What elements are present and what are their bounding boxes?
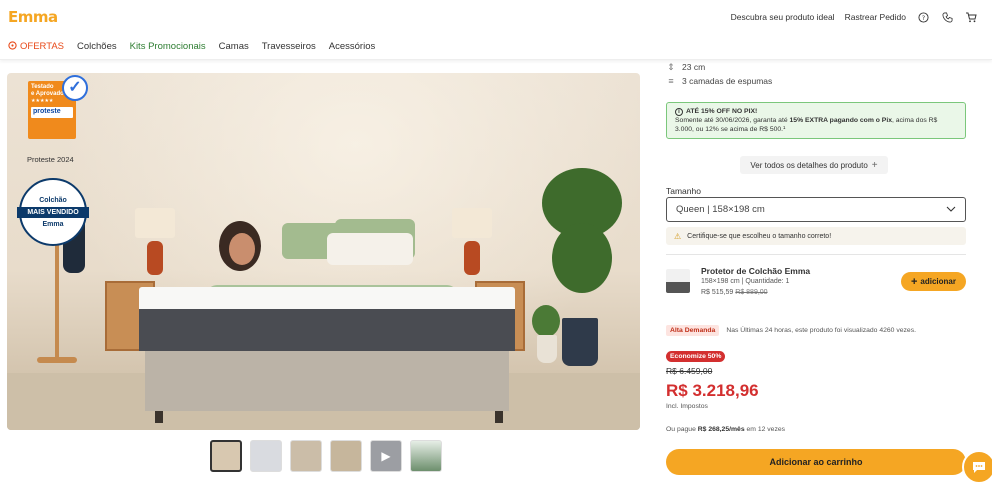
plant-small xyxy=(532,305,560,337)
protector-name: Protetor de Colchão Emma xyxy=(701,266,811,276)
brand-logo[interactable]: Emma xyxy=(8,8,58,26)
size-label: Tamanho xyxy=(666,186,701,196)
rating-stars: ★★★★★ xyxy=(31,98,54,105)
help-icon[interactable]: ? xyxy=(916,10,930,24)
warning-icon: ⚠ xyxy=(674,231,682,241)
image-thumbnails: ▶ xyxy=(210,440,442,472)
nav-item-colchoes[interactable]: Colchões xyxy=(77,41,117,52)
discount-badge: Economize 50% xyxy=(666,351,726,362)
original-price: R$ 6.459,00 xyxy=(666,366,713,376)
test-caption: Proteste 2024 xyxy=(27,155,74,164)
top-bar: Emma Descubra seu produto ideal Rastrear… xyxy=(0,0,992,34)
track-order-link[interactable]: Rastrear Pedido xyxy=(845,12,906,22)
add-to-cart-button[interactable]: Adicionar ao carrinho xyxy=(666,449,966,475)
nav-item-travesseiros[interactable]: Travesseiros xyxy=(262,41,316,52)
tested-approved-badge: ✓ Testado e Aprovado ★★★★★ proteste xyxy=(28,75,88,139)
installment-info: Ou pague R$ 268,25/mês em 12 vezes xyxy=(666,426,786,433)
thumbnail-6[interactable] xyxy=(410,440,442,472)
size-warning: ⚠ Certifique-se que escolheu o tamanho c… xyxy=(666,227,966,245)
demand-text: Nas Últimas 24 horas, este produto foi v… xyxy=(726,327,916,334)
nav-item-camas[interactable]: Camas xyxy=(219,41,249,52)
size-select-value: Queen | 158×198 cm xyxy=(676,204,765,215)
divider xyxy=(666,254,966,255)
plus-icon: + xyxy=(871,159,878,171)
thumbnail-1[interactable] xyxy=(210,440,242,472)
protector-detail: 158×198 cm | Quantidade: 1 xyxy=(701,278,790,285)
thumbnail-3[interactable] xyxy=(290,440,322,472)
current-price: R$ 3.218,96 xyxy=(666,381,759,400)
layers-icon: ≡ xyxy=(668,76,674,86)
lamp-right-shade xyxy=(452,208,492,238)
spec-height: ⇕ 23 cm xyxy=(667,61,706,73)
bed-base xyxy=(145,351,509,411)
main-nav: OFERTAS Colchões Kits Promocionais Camas… xyxy=(0,34,992,60)
lamp-right-base xyxy=(464,241,480,275)
mattress-top xyxy=(139,287,515,309)
view-details-button[interactable]: Ver todos os detalhes do produto + xyxy=(740,156,888,174)
chat-icon[interactable] xyxy=(962,450,992,484)
best-seller-seal: Colchão MAIS VENDIDO Emma xyxy=(17,178,89,246)
protector-image xyxy=(666,269,690,293)
info-icon: i xyxy=(675,107,683,116)
cart-icon[interactable] xyxy=(964,10,978,24)
protector-price: R$ 515,59 R$ 889,00 xyxy=(701,289,768,296)
add-protector-button[interactable]: + adicionar xyxy=(901,272,966,291)
size-select[interactable]: Queen | 158×198 cm xyxy=(666,197,966,222)
protector-upsell: Protetor de Colchão Emma 158×198 cm | Qu… xyxy=(666,264,966,300)
lamp-left-base xyxy=(147,241,163,275)
top-links: Descubra seu produto ideal Rastrear Pedi… xyxy=(731,10,978,24)
high-demand-notice: Alta Demanda Nas Últimas 24 horas, este … xyxy=(666,325,916,336)
phone-icon[interactable] xyxy=(940,10,954,24)
nav-item-kits[interactable]: Kits Promocionais xyxy=(130,41,206,52)
check-icon: ✓ xyxy=(62,75,88,101)
plant-pot xyxy=(562,318,598,366)
promo-body: Somente até 30/06/2026, garanta até 15% … xyxy=(675,117,938,134)
nav-item-label: OFERTAS xyxy=(20,41,64,52)
tax-note: Incl. Impostos xyxy=(666,403,708,410)
mattress-side xyxy=(139,309,515,351)
pillow-white xyxy=(327,233,413,265)
product-specs: ⇕ 23 cm ≡ 3 camadas de espumas xyxy=(666,60,966,88)
chevron-down-icon xyxy=(946,204,956,215)
person-face xyxy=(229,233,255,265)
svg-text:?: ? xyxy=(921,13,924,21)
high-demand-badge: Alta Demanda xyxy=(666,325,720,336)
play-icon: ▶ xyxy=(381,449,391,463)
thumbnail-4[interactable] xyxy=(330,440,362,472)
lamp-left-shade xyxy=(135,208,175,238)
thumbnail-5[interactable]: ▶ xyxy=(370,440,402,472)
nav-item-ofertas[interactable]: OFERTAS xyxy=(8,40,64,53)
nav-item-acessorios[interactable]: Acessórios xyxy=(329,41,375,52)
thumbnail-2[interactable] xyxy=(250,440,282,472)
spec-layers: ≡ 3 camadas de espumas xyxy=(666,74,966,88)
height-icon: ⇕ xyxy=(667,61,675,72)
offer-icon xyxy=(8,40,17,53)
plus-icon: + xyxy=(910,275,918,288)
proteste-logo: proteste xyxy=(31,107,73,118)
product-hero-image[interactable]: ✓ Testado e Aprovado ★★★★★ proteste Prot… xyxy=(7,73,640,430)
pix-promo-banner: i ATÉ 15% OFF NO PIX! Somente até 30/06/… xyxy=(666,102,966,139)
promo-title: ATÉ 15% OFF NO PIX! xyxy=(686,108,758,115)
discover-link[interactable]: Descubra seu produto ideal xyxy=(731,12,835,22)
